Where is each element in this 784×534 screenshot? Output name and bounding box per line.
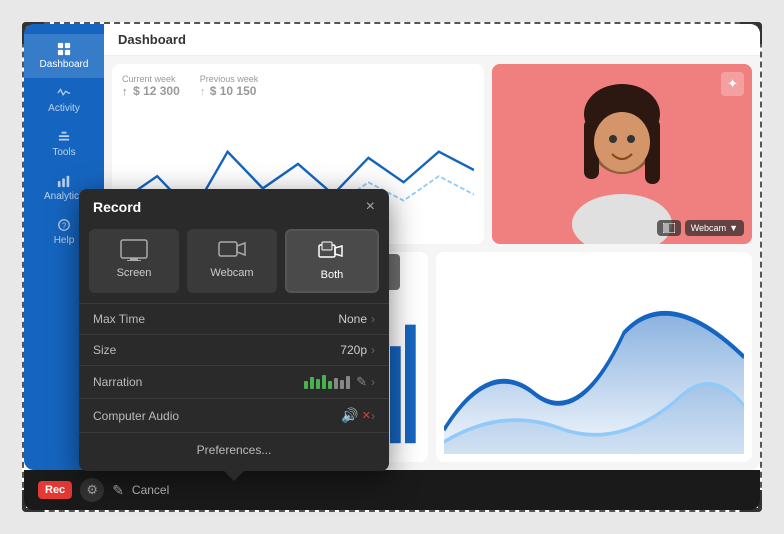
current-week-value: ↑ $ 12 300 [122,84,180,109]
record-dialog-header: Record × [79,189,389,223]
chevron-right-icon[interactable]: › [371,409,375,423]
chevron-right-icon[interactable]: › [371,312,375,326]
option-computer-audio-label: Computer Audio [93,409,341,423]
pencil-button[interactable]: ✎ [112,482,124,499]
mute-icon: ✕ [362,409,371,422]
gear-button[interactable]: ⚙ [80,478,104,502]
option-size-label: Size [93,343,340,357]
audio-icons: 🔊 ✕ [341,407,371,424]
rec-badge: Rec [38,481,72,499]
narration-bar: ✎ [304,374,371,390]
sidebar-item-label: Tools [52,147,75,158]
option-max-time-value: None [338,312,367,326]
svg-text:?: ? [62,222,67,231]
sidebar-item-tools[interactable]: Tools [24,122,104,166]
stats-row: Current week ↑ $ 12 300 Previous week ↑ [122,74,474,109]
mode-screen-label: Screen [117,267,152,279]
level-bars [304,375,350,389]
mode-both-button[interactable]: Both [285,229,379,293]
option-size: Size 720p › [79,335,389,366]
webcam-image [492,64,752,244]
option-max-time: Max Time None › [79,304,389,335]
sidebar-item-label: Analytics [44,191,84,202]
wand-button[interactable]: ✦ [721,72,744,96]
level-bar-1 [304,381,308,389]
sidebar-item-label: Dashboard [40,59,89,70]
record-dialog-title: Record [93,199,141,215]
option-computer-audio: Computer Audio 🔊 ✕ › [79,399,389,433]
previous-week-label: Previous week [200,74,259,84]
outer-frame: Dashboard Activity Tools Analytics ? Hel… [22,22,762,512]
webcam-toolbar: Webcam ▼ [500,220,744,236]
record-dialog: Record × Screen Webcam [79,189,389,471]
option-max-time-label: Max Time [93,312,338,326]
sidebar-item-activity[interactable]: Activity [24,78,104,122]
level-bar-2 [310,377,314,389]
option-narration: Narration ✎ › [79,366,389,399]
edit-icon[interactable]: ✎ [356,374,367,390]
speaker-icon: 🔊 [341,407,358,424]
dialog-arrow [224,471,244,481]
current-week-prefix: ↑ [122,86,128,98]
mode-webcam-button[interactable]: Webcam [187,229,277,293]
level-bar-5 [328,381,332,389]
level-bar-7 [340,380,344,389]
webcam-label-text: Webcam [691,223,726,233]
sidebar-item-label: Help [54,235,75,246]
level-bar-8 [346,376,350,389]
record-options: Max Time None › Size 720p › Narration [79,303,389,433]
level-bar-3 [316,379,320,389]
previous-week-stat: Previous week ↑ $ 10 150 [200,74,259,109]
area-chart-panel [436,252,752,462]
webcam-dropdown-arrow: ▼ [729,223,738,233]
option-narration-label: Narration [93,375,304,389]
webcam-label[interactable]: Webcam ▼ [685,220,744,236]
sidebar-item-label: Activity [48,103,80,114]
bottom-bar: Rec ⚙ ✎ Cancel [24,470,760,510]
option-size-value: 720p [340,343,367,357]
previous-week-value: ↑ $ 10 150 [200,84,259,106]
mode-webcam-label: Webcam [210,267,253,279]
cancel-button[interactable]: Cancel [132,483,169,497]
chevron-right-icon[interactable]: › [371,343,375,357]
level-bar-6 [334,378,338,389]
current-week-label: Current week [122,74,180,84]
chevron-right-icon[interactable]: › [371,375,375,389]
webcam-panel: ✦ Webcam ▼ [492,64,752,244]
mode-screen-button[interactable]: Screen [89,229,179,293]
dashboard-title: Dashboard [118,32,186,47]
current-week-stat: Current week ↑ $ 12 300 [122,74,180,109]
record-mode-row: Screen Webcam Both [79,223,389,303]
mode-both-label: Both [321,269,344,281]
level-bar-4 [322,375,326,389]
webcam-size-btn[interactable] [657,220,681,236]
sidebar-item-dashboard[interactable]: Dashboard [24,34,104,78]
dashboard-header: Dashboard [104,24,760,56]
record-dialog-close-button[interactable]: × [366,199,375,215]
preferences-button[interactable]: Preferences... [79,433,389,467]
